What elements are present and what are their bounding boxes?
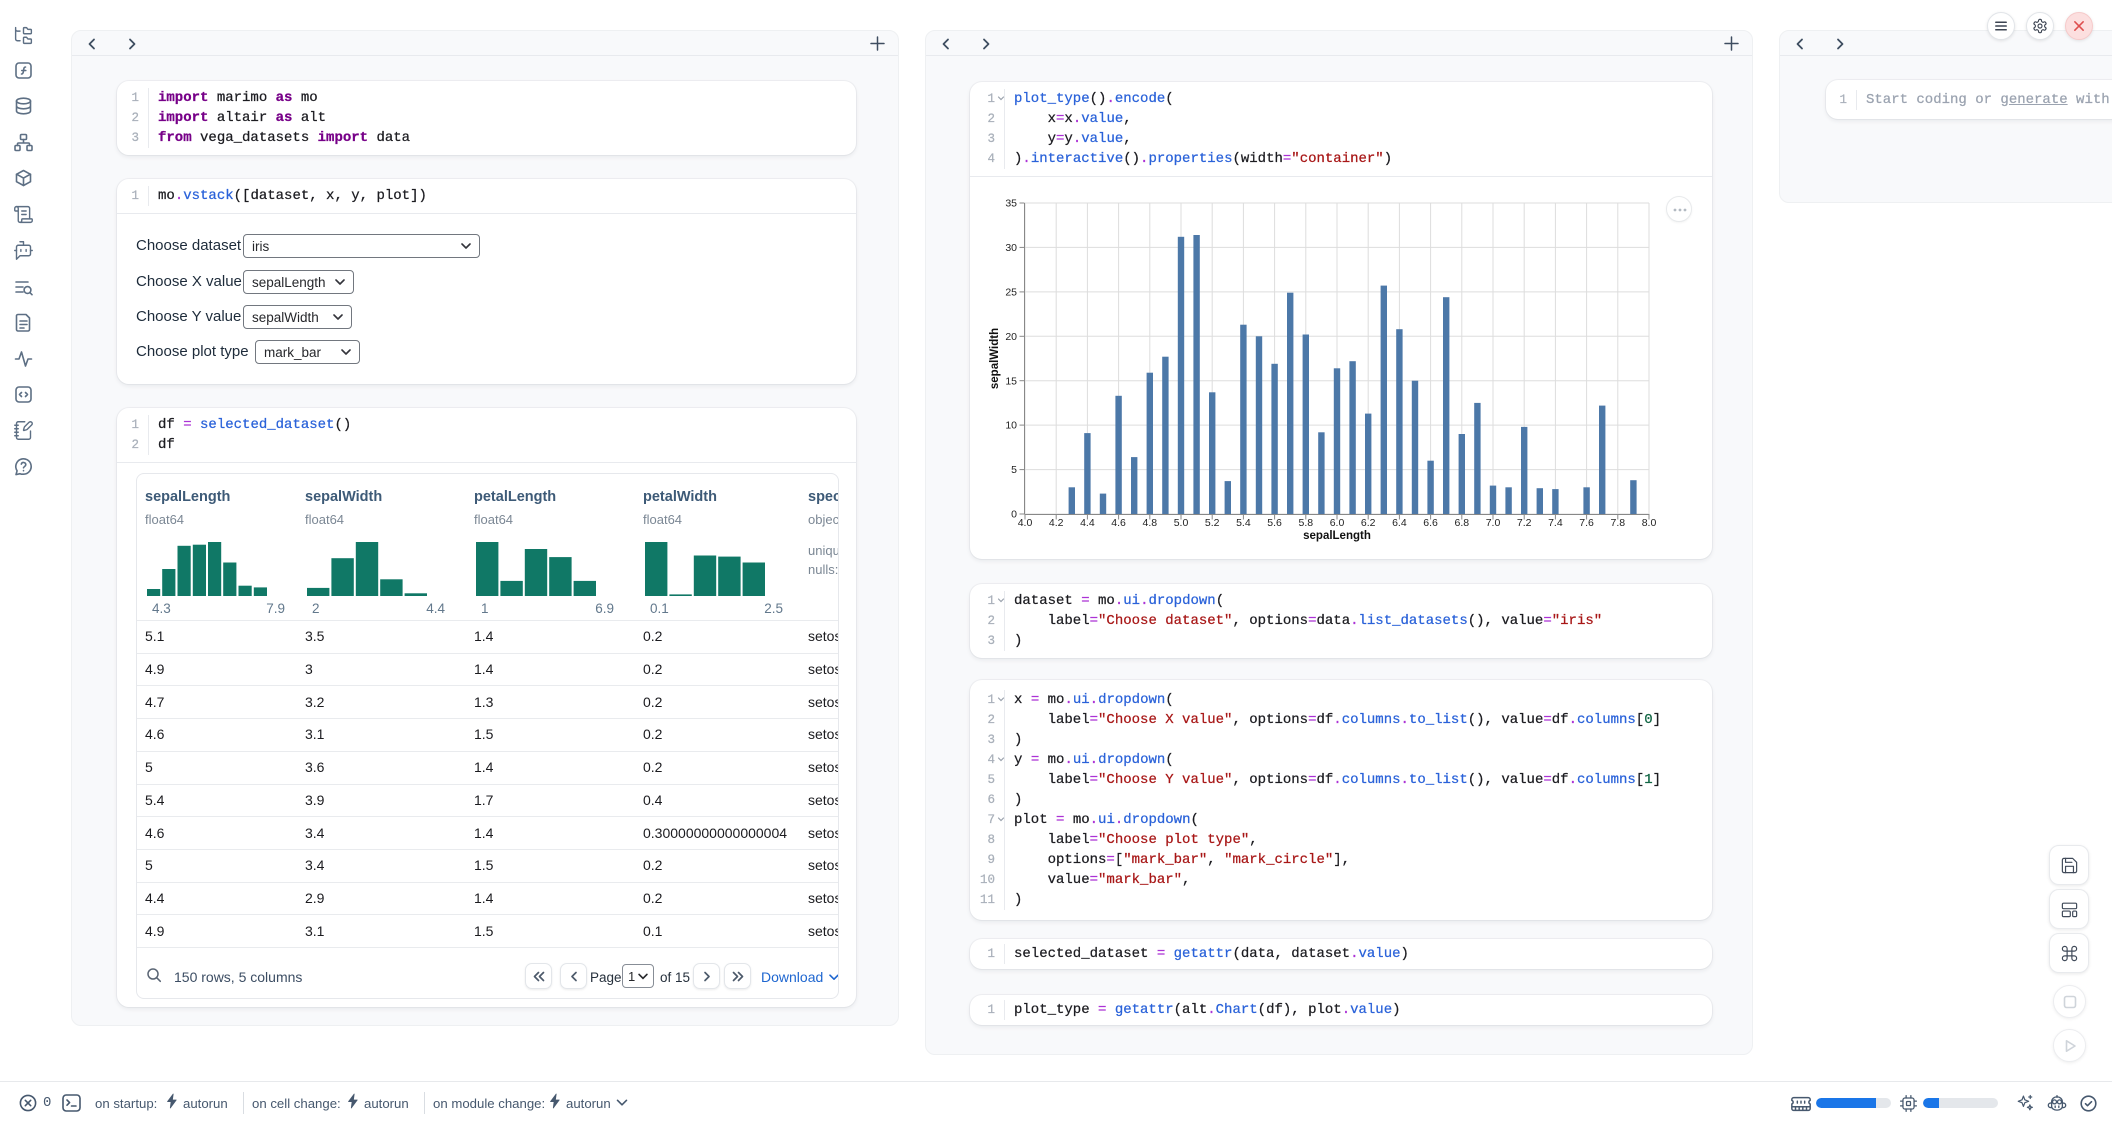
svg-text:7.8: 7.8 (1610, 517, 1625, 529)
svg-text:5.8: 5.8 (1298, 517, 1313, 529)
svg-text:4.8: 4.8 (1142, 517, 1157, 529)
svg-text:5: 5 (1011, 464, 1017, 476)
svg-text:sepalWidth: sepalWidth (989, 328, 1001, 389)
svg-text:5.6: 5.6 (1267, 517, 1282, 529)
svg-text:35: 35 (1005, 198, 1017, 210)
svg-text:20: 20 (1005, 331, 1017, 343)
svg-text:sepalLength: sepalLength (1303, 530, 1371, 542)
svg-text:4.2: 4.2 (1049, 517, 1064, 529)
svg-text:5.0: 5.0 (1174, 517, 1189, 529)
svg-text:4.4: 4.4 (1080, 517, 1095, 529)
svg-text:7.6: 7.6 (1579, 517, 1594, 529)
svg-text:5.4: 5.4 (1236, 517, 1251, 529)
svg-text:25: 25 (1005, 287, 1017, 299)
svg-text:6.2: 6.2 (1361, 517, 1376, 529)
svg-text:4.6: 4.6 (1111, 517, 1126, 529)
svg-text:4.0: 4.0 (1018, 517, 1033, 529)
svg-text:7.0: 7.0 (1486, 517, 1501, 529)
svg-text:30: 30 (1005, 242, 1017, 254)
svg-text:0: 0 (1011, 509, 1017, 521)
svg-text:15: 15 (1005, 375, 1017, 387)
svg-text:8.0: 8.0 (1642, 517, 1657, 529)
svg-text:6.4: 6.4 (1392, 517, 1407, 529)
svg-text:7.4: 7.4 (1548, 517, 1563, 529)
svg-text:6.6: 6.6 (1423, 517, 1438, 529)
svg-text:7.2: 7.2 (1517, 517, 1532, 529)
svg-text:6.8: 6.8 (1454, 517, 1469, 529)
svg-text:5.2: 5.2 (1205, 517, 1220, 529)
svg-text:6.0: 6.0 (1330, 517, 1345, 529)
svg-text:10: 10 (1005, 420, 1017, 432)
